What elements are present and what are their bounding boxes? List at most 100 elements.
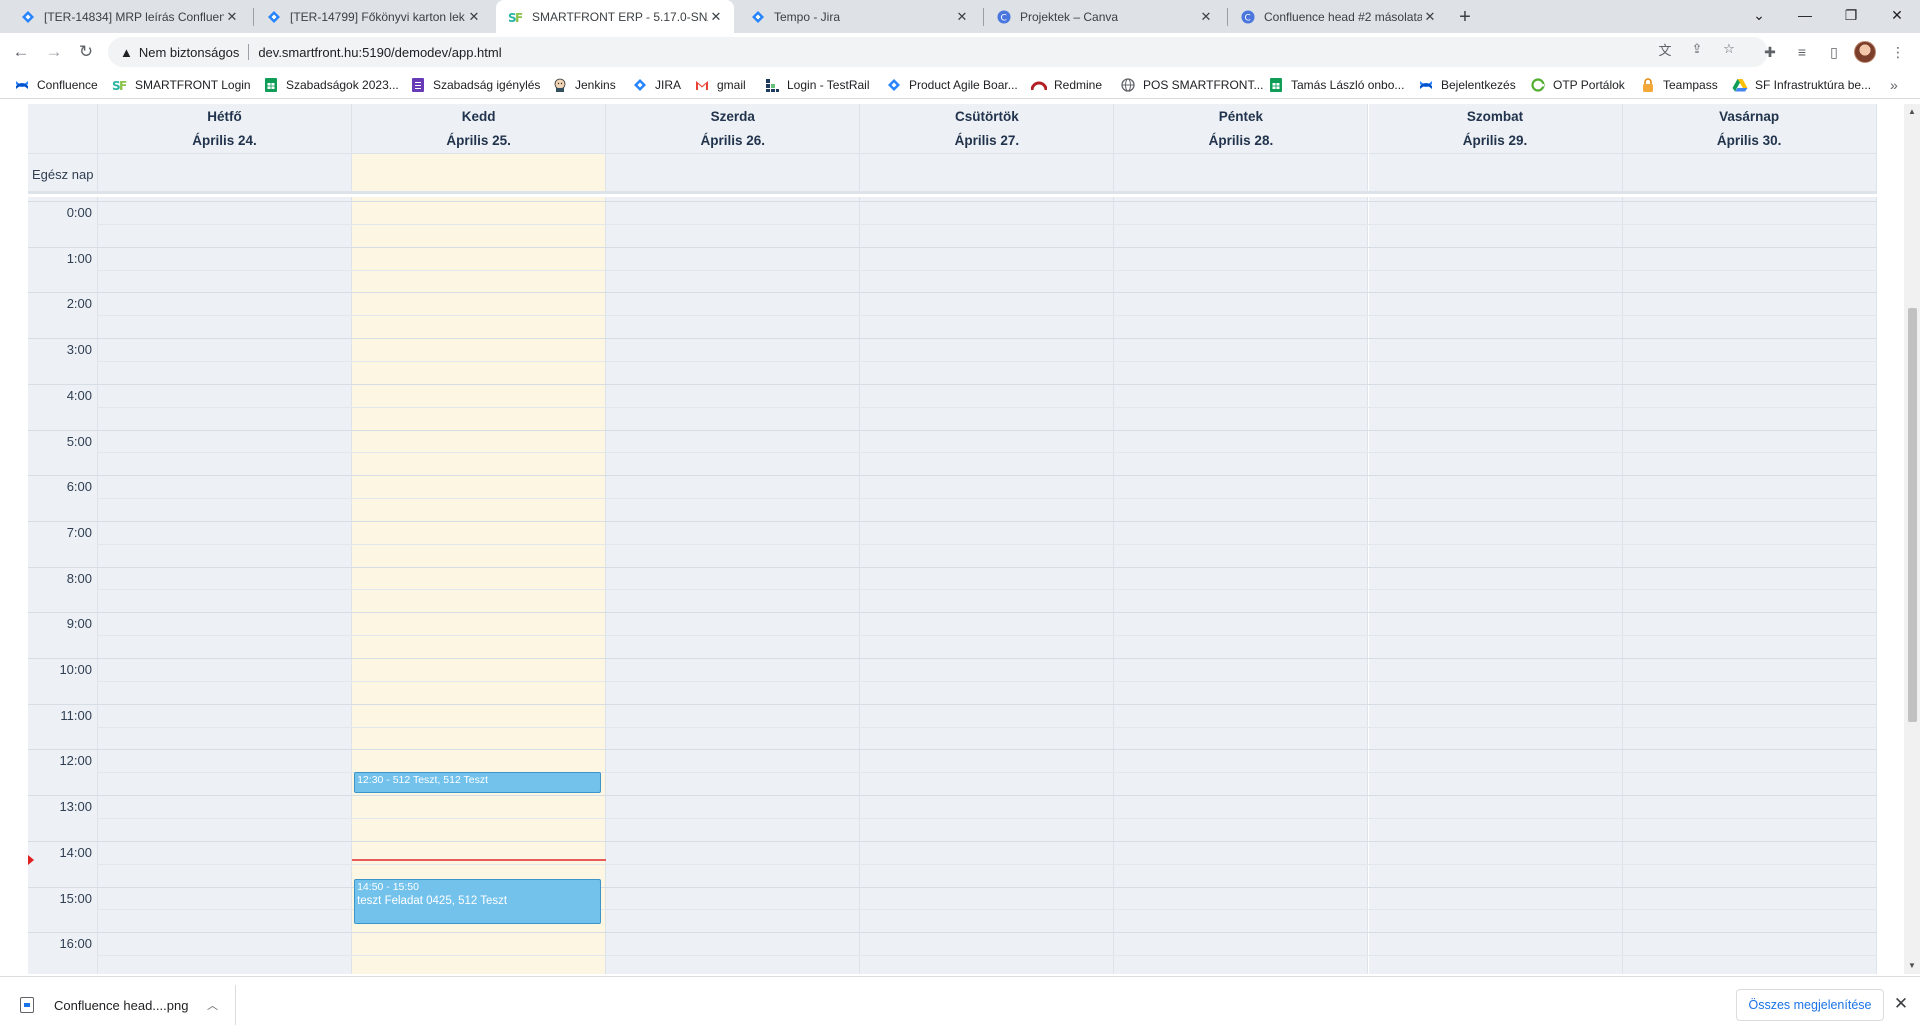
url-text[interactable]: dev.smartfront.hu:5190/demodev/app.html [258, 45, 501, 60]
menu-icon[interactable]: ⋮ [1884, 38, 1912, 66]
bookmark-label: POS SMARTFRONT... [1143, 78, 1264, 92]
bookmark-star-icon[interactable]: ☆ [1720, 40, 1738, 58]
minimize-button[interactable]: — [1782, 0, 1828, 30]
time-label: 1:00 [66, 250, 92, 266]
browser-tab[interactable]: S F SMARTFRONT ERP - 5.17.0-SNAP ✕ [496, 0, 734, 33]
translate-icon[interactable]: 文 [1656, 40, 1674, 58]
bookmark-item[interactable]: Teampass [1640, 76, 1718, 94]
browser-tab[interactable]: C Confluence head #2 másolata – ✕ [1228, 0, 1448, 33]
bookmark-item[interactable]: OTP Portálok [1530, 76, 1625, 94]
bookmark-item[interactable]: JIRA [632, 76, 681, 94]
half-hour-gridline [98, 315, 1877, 317]
calendar-event[interactable]: 12:30 - 512 Teszt, 512 Teszt [354, 772, 602, 793]
bookmark-item[interactable]: S F SMARTFRONT Login [112, 76, 251, 94]
bookmark-item[interactable]: Confluence [14, 76, 98, 94]
bookmark-label: SMARTFRONT Login [135, 78, 251, 92]
day-column[interactable] [1368, 197, 1623, 974]
restore-button[interactable]: ❐ [1828, 0, 1874, 30]
more-bookmarks-button[interactable]: » [1890, 76, 1898, 94]
back-button[interactable]: ← [7, 38, 35, 66]
day-header[interactable]: Szombat Április 29. [1368, 104, 1623, 154]
bookmark-item[interactable]: Login - TestRail [764, 76, 870, 94]
day-column[interactable] [860, 197, 1115, 974]
share-icon[interactable]: ⇪ [1688, 40, 1706, 58]
day-name: Szerda [710, 108, 755, 124]
download-file-name[interactable]: Confluence head....png [54, 998, 207, 1013]
time-label: 16:00 [59, 936, 92, 952]
address-bar[interactable]: ▲ Nem biztonságos dev.smartfront.hu:5190… [108, 37, 1768, 67]
vertical-scrollbar[interactable]: ▲ ▼ [1904, 104, 1920, 974]
omnibox-divider [248, 44, 250, 60]
browser-tab[interactable]: [TER-14834] MRP leírás Confluen ✕ [8, 0, 250, 33]
browser-tab[interactable]: C Projektek – Canva ✕ [984, 0, 1224, 33]
bookmark-item[interactable]: Jenkins [552, 76, 616, 94]
day-header[interactable]: Vasárnap Április 30. [1622, 104, 1877, 154]
hour-gridline [28, 566, 1877, 568]
chevron-up-icon[interactable]: ︿ [207, 997, 225, 1013]
time-label: 13:00 [59, 799, 92, 815]
bookmark-item[interactable]: Product Agile Boar... [886, 76, 1018, 94]
jira-icon [20, 9, 36, 25]
gmail-icon [694, 77, 710, 93]
forward-button[interactable]: → [40, 38, 68, 66]
day-column[interactable] [352, 197, 607, 974]
allday-separator [28, 154, 1877, 194]
close-tab-icon[interactable]: ✕ [224, 9, 240, 25]
tab-search-button[interactable]: ⌄ [1736, 0, 1782, 30]
security-label[interactable]: Nem biztonságos [139, 45, 239, 60]
side-panel-icon[interactable]: ▯ [1820, 38, 1848, 66]
chevron-down-icon: ⌄ [1753, 6, 1765, 23]
reload-button[interactable]: ↻ [72, 38, 100, 66]
half-hour-gridline [98, 269, 1877, 271]
day-header[interactable]: Csütörtök Április 27. [860, 104, 1115, 154]
day-name: Péntek [1218, 108, 1264, 124]
close-tab-icon[interactable]: ✕ [708, 9, 724, 25]
show-all-downloads-button[interactable]: Összes megjelenítése [1736, 989, 1884, 1021]
bookmark-label: Bejelentkezés [1441, 78, 1516, 92]
half-hour-gridline [98, 955, 1877, 957]
bookmark-item[interactable]: Szabadság igénylés [410, 76, 540, 94]
scrollbar-thumb[interactable] [1908, 308, 1917, 722]
day-header[interactable]: Hétfő Április 24. [98, 104, 353, 154]
day-column[interactable] [1114, 197, 1369, 974]
extensions-icon[interactable]: ✚ [1756, 38, 1784, 66]
bookmark-item[interactable]: Szabadságok 2023... [263, 76, 399, 94]
close-download-shelf-button[interactable]: ✕ [1890, 993, 1912, 1015]
bookmark-item[interactable]: Redmine [1031, 76, 1102, 94]
hour-gridline [28, 292, 1877, 294]
close-tab-icon[interactable]: ✕ [466, 9, 482, 25]
bookmark-item[interactable]: SF Infrastruktúra be... [1732, 76, 1871, 94]
day-column[interactable] [606, 197, 861, 974]
close-tab-icon[interactable]: ✕ [1198, 9, 1214, 25]
new-tab-button[interactable]: + [1452, 4, 1478, 30]
browser-tab[interactable]: [TER-14799] Főkönyvi karton lek ✕ [254, 0, 492, 33]
scroll-down-icon[interactable]: ▼ [1907, 960, 1917, 970]
day-column[interactable] [1622, 197, 1877, 974]
bookmark-item[interactable]: POS SMARTFRONT... [1120, 76, 1263, 94]
bookmark-item[interactable]: Bejelentkezés [1418, 76, 1516, 94]
day-header[interactable]: Szerda Április 26. [606, 104, 861, 154]
svg-text:C: C [1001, 13, 1007, 23]
day-header[interactable]: Kedd Április 25. [352, 104, 607, 154]
time-label: 4:00 [66, 387, 92, 403]
bookmark-item[interactable]: gmail [694, 76, 746, 94]
time-label: 7:00 [66, 524, 92, 540]
day-date: Április 29. [1462, 132, 1528, 148]
download-item[interactable]: Confluence head....png ︿ [8, 985, 236, 1025]
day-date: Április 26. [700, 132, 765, 148]
bookmark-item[interactable]: Tamás László onbo... [1268, 76, 1404, 94]
confluence-icon [1418, 77, 1434, 93]
browser-tab[interactable]: Tempo - Jira ✕ [738, 0, 980, 33]
day-header[interactable]: Péntek Április 28. [1114, 104, 1369, 154]
media-control-icon[interactable]: ≡ [1788, 38, 1816, 66]
time-grid[interactable]: 0:00 1:00 2:00 3:00 4:00 5:00 6:00 7:00 8:00 9:00… [28, 197, 1877, 974]
close-window-button[interactable]: ✕ [1874, 0, 1920, 30]
tab-separator [253, 8, 254, 26]
close-tab-icon[interactable]: ✕ [1422, 9, 1438, 25]
calendar-event[interactable]: 14:50 - 15:50 teszt Feladat 0425, 512 Tes… [354, 878, 602, 925]
close-tab-icon[interactable]: ✕ [954, 9, 970, 25]
profile-avatar[interactable] [1854, 41, 1876, 63]
day-column[interactable] [98, 197, 353, 974]
scroll-up-icon[interactable]: ▲ [1907, 106, 1917, 116]
hour-gridline [28, 520, 1877, 522]
